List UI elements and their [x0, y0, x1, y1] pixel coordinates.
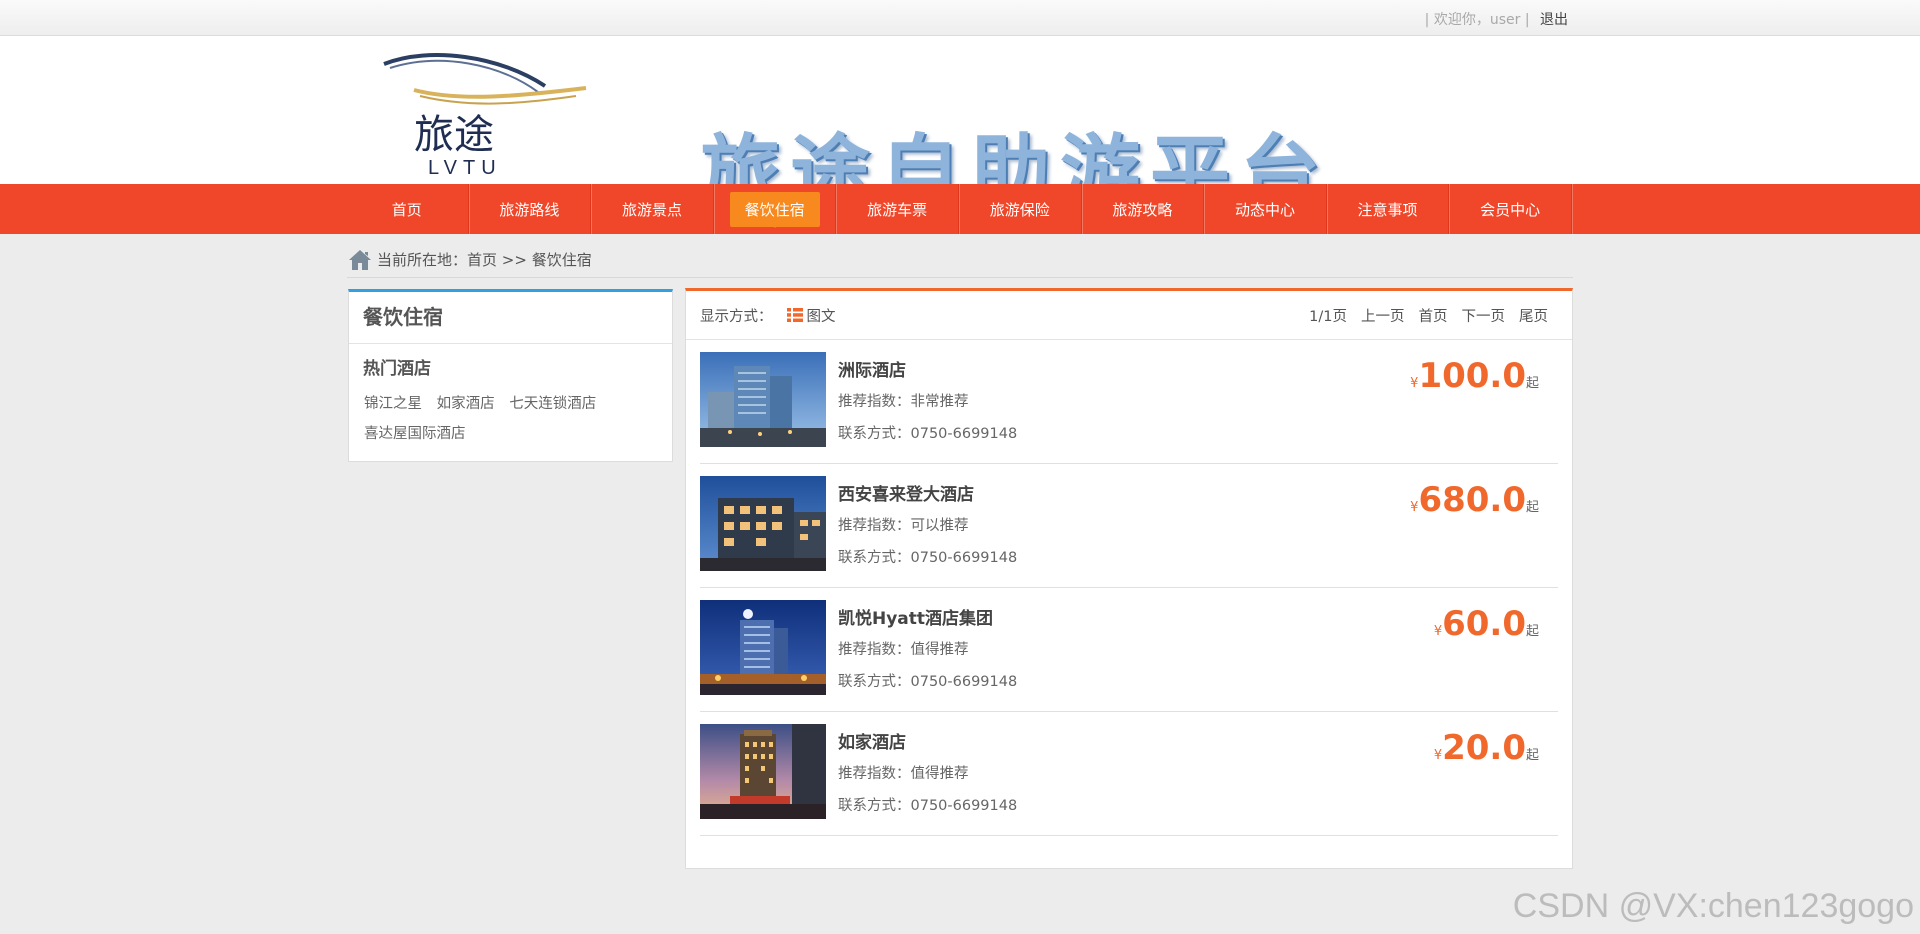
- hotel-contact: 联系方式：0750-6699148: [838, 674, 1018, 690]
- nav-item-guides[interactable]: 旅游攻略: [1082, 184, 1205, 234]
- hotel-name-link[interactable]: 洲际酒店: [838, 356, 906, 381]
- hotel-tag[interactable]: 如家酒店: [437, 396, 495, 412]
- nav-item-label: 会员中心: [1480, 200, 1541, 219]
- watermark: CSDN @VX:chen123gogo: [1512, 887, 1914, 925]
- nav-item-label: 旅游路线: [499, 200, 560, 219]
- user-area: | 欢迎你，user | 退出: [1425, 9, 1568, 29]
- price-value: 20.0: [1442, 728, 1526, 768]
- price-suffix: 起: [1525, 500, 1539, 515]
- page-info: 1/1页: [1309, 309, 1347, 325]
- hotel-list-item: 洲际酒店 推荐指数：非常推荐 联系方式：0750-6699148 ¥100.0起: [700, 340, 1558, 464]
- main-nav: 首页 旅游路线 旅游景点 餐饮住宿 旅游车票 旅游保险 旅游攻略 动态中心 注意…: [0, 184, 1920, 234]
- price-value: 680.0: [1418, 480, 1526, 520]
- hotel-photo-icon: [700, 600, 826, 695]
- breadcrumb-home-link[interactable]: 首页: [467, 249, 497, 270]
- currency-symbol: ¥: [1433, 748, 1443, 763]
- sidebar-title: 餐饮住宿: [349, 292, 672, 344]
- nav-item-label: 旅游保险: [989, 200, 1050, 219]
- logo-swoosh-icon: 旅途 LVTU: [383, 53, 587, 179]
- price-value: 60.0: [1442, 604, 1526, 644]
- nav-item-news[interactable]: 动态中心: [1204, 184, 1327, 234]
- pager: 1/1页 上一页 首页 下一页 尾页: [1295, 291, 1548, 340]
- nav-item-attractions[interactable]: 旅游景点: [591, 184, 714, 234]
- nav-item-label: 旅游景点: [621, 200, 682, 219]
- site-logo[interactable]: 旅途 LVTU: [380, 50, 590, 179]
- site-header: 旅途 LVTU 旅途自助游平台: [0, 36, 1920, 219]
- hotel-tag-list: 锦江之星 如家酒店 七天连锁酒店 喜达屋国际酒店: [349, 379, 672, 449]
- nav-item-members[interactable]: 会员中心: [1449, 184, 1572, 234]
- currency-symbol: ¥: [1433, 624, 1443, 639]
- nav-item-routes[interactable]: 旅游路线: [469, 184, 592, 234]
- nav-item-home[interactable]: 首页: [346, 184, 469, 234]
- sidebar: 餐饮住宿 热门酒店 锦江之星 如家酒店 七天连锁酒店 喜达屋国际酒店: [348, 289, 673, 462]
- hotel-thumbnail[interactable]: [700, 476, 826, 571]
- logo-text-en: LVTU: [428, 157, 502, 178]
- top-bar: | 欢迎你，user | 退出: [0, 0, 1920, 36]
- prev-page-link[interactable]: 上一页: [1361, 305, 1405, 326]
- hotel-list-panel: 显示方式： 图文 1/1页 上一页 首页 下一页 尾页 洲际酒店 推荐指数：非常…: [685, 288, 1573, 869]
- hotel-photo-icon: [700, 724, 826, 819]
- hotel-price: ¥20.0起: [1434, 728, 1539, 768]
- hotel-list-item: 西安喜来登大酒店 推荐指数：可以推荐 联系方式：0750-6699148 ¥68…: [700, 464, 1558, 588]
- hotel-photo-icon: [700, 476, 826, 571]
- breadcrumb: 当前所在地： 首页 >> 餐饮住宿: [347, 242, 1573, 278]
- nav-item-tickets[interactable]: 旅游车票: [836, 184, 959, 234]
- breadcrumb-separator: >>: [497, 250, 532, 269]
- nav-item-notes[interactable]: 注意事项: [1327, 184, 1450, 234]
- hotel-rating: 推荐指数：值得推荐: [838, 766, 969, 782]
- hotel-items: 洲际酒店 推荐指数：非常推荐 联系方式：0750-6699148 ¥100.0起…: [686, 340, 1572, 836]
- hotel-list-item: 凯悦Hyatt酒店集团 推荐指数：值得推荐 联系方式：0750-6699148 …: [700, 588, 1558, 712]
- hotel-rating: 推荐指数：非常推荐: [838, 394, 969, 410]
- nav-item-label: 旅游攻略: [1112, 200, 1173, 219]
- hotel-thumbnail[interactable]: [700, 724, 826, 819]
- nav-item-insurance[interactable]: 旅游保险: [959, 184, 1082, 234]
- view-mode-label[interactable]: 图文: [807, 305, 836, 326]
- nav-item-label: 注意事项: [1357, 200, 1418, 219]
- hotel-name-link[interactable]: 如家酒店: [838, 728, 906, 753]
- price-value: 100.0: [1418, 356, 1526, 396]
- list-view-icon[interactable]: [786, 308, 803, 322]
- hotel-tag[interactable]: 七天连锁酒店: [509, 396, 596, 412]
- logo-text-cn: 旅途: [414, 112, 494, 158]
- hotel-contact: 联系方式：0750-6699148: [838, 798, 1018, 814]
- last-page-link[interactable]: 尾页: [1519, 305, 1548, 326]
- nav-item-dining-lodging[interactable]: 餐饮住宿: [714, 184, 837, 234]
- hotel-price: ¥60.0起: [1434, 604, 1539, 644]
- price-suffix: 起: [1525, 624, 1539, 639]
- nav-item-label: 动态中心: [1234, 200, 1295, 219]
- nav-list: 首页 旅游路线 旅游景点 餐饮住宿 旅游车票 旅游保险 旅游攻略 动态中心 注意…: [346, 184, 1572, 234]
- hotel-price: ¥680.0起: [1410, 480, 1539, 520]
- hotel-list-item: 如家酒店 推荐指数：值得推荐 联系方式：0750-6699148 ¥20.0起: [700, 712, 1558, 836]
- sidebar-subtitle: 热门酒店: [363, 359, 431, 379]
- hotel-contact: 联系方式：0750-6699148: [838, 550, 1018, 566]
- hotel-thumbnail[interactable]: [700, 600, 826, 695]
- hotel-rating: 推荐指数：值得推荐: [838, 642, 969, 658]
- hotel-contact: 联系方式：0750-6699148: [838, 426, 1018, 442]
- home-icon: [349, 249, 371, 270]
- breadcrumb-prefix: 当前所在地：: [377, 251, 468, 269]
- hotel-tag[interactable]: 喜达屋国际酒店: [364, 426, 466, 442]
- hotel-price: ¥100.0起: [1410, 356, 1539, 396]
- hotel-photo-icon: [700, 352, 826, 447]
- hotel-name-link[interactable]: 西安喜来登大酒店: [838, 480, 974, 505]
- hotel-tag[interactable]: 锦江之星: [364, 396, 422, 412]
- logout-link[interactable]: 退出: [1540, 12, 1568, 28]
- nav-item-label: 首页: [391, 200, 422, 219]
- price-suffix: 起: [1525, 376, 1539, 391]
- breadcrumb-current: 餐饮住宿: [531, 251, 592, 269]
- nav-item-label: 餐饮住宿: [729, 191, 820, 227]
- hotel-name-link[interactable]: 凯悦Hyatt酒店集团: [838, 604, 993, 629]
- hotel-thumbnail[interactable]: [700, 352, 826, 447]
- welcome-text: | 欢迎你，user |: [1424, 12, 1530, 28]
- next-page-link[interactable]: 下一页: [1462, 305, 1506, 326]
- nav-item-label: 旅游车票: [867, 200, 928, 219]
- display-mode-label: 显示方式：: [700, 308, 773, 325]
- first-page-link[interactable]: 首页: [1419, 305, 1448, 326]
- price-suffix: 起: [1525, 748, 1539, 763]
- hotel-rating: 推荐指数：可以推荐: [838, 518, 969, 534]
- list-toolbar: 显示方式： 图文 1/1页 上一页 首页 下一页 尾页: [686, 291, 1572, 340]
